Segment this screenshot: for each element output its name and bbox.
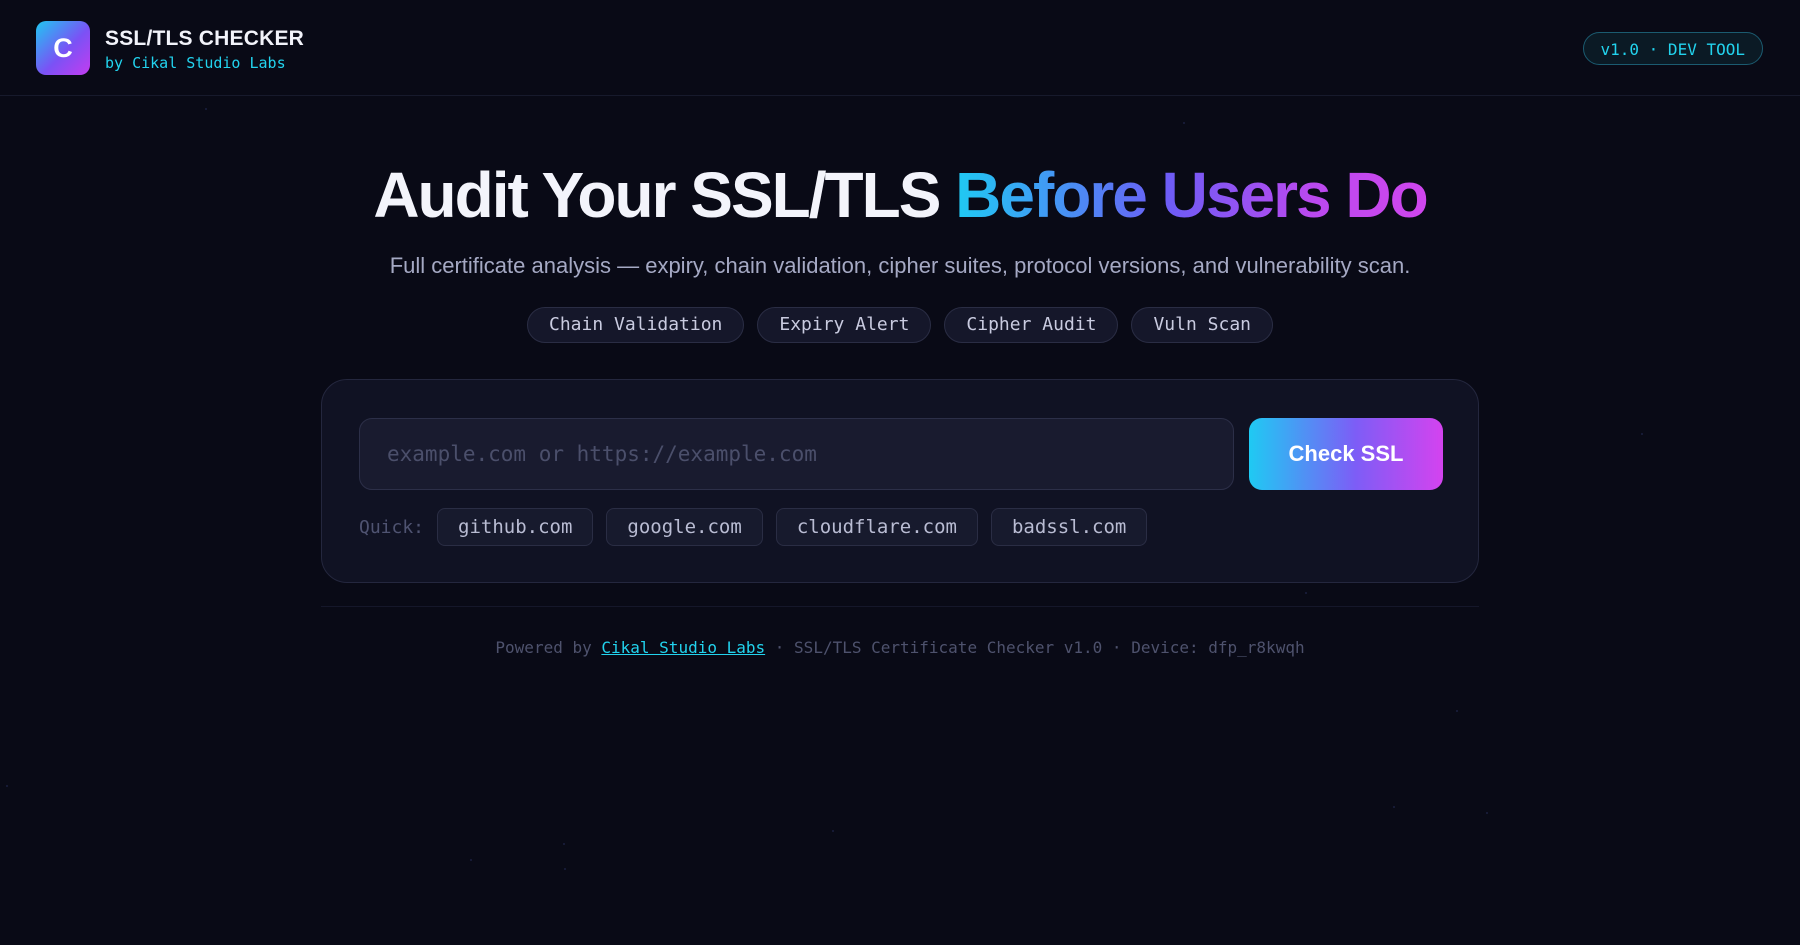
feature-tags: Chain Validation Expiry Alert Cipher Aud…	[0, 307, 1800, 343]
quick-domain-google[interactable]: google.com	[606, 508, 763, 546]
top-bar: C SSL/TLS CHECKER by Cikal Studio Labs v…	[0, 0, 1800, 96]
feature-tag-chain-validation: Chain Validation	[526, 307, 745, 343]
check-ssl-button[interactable]: Check SSL	[1249, 418, 1443, 490]
footer-divider	[321, 606, 1479, 607]
domain-input[interactable]	[359, 418, 1234, 490]
footer-suffix: · SSL/TLS Certificate Checker v1.0 · Dev…	[774, 638, 1305, 657]
footer: Powered by Cikal Studio Labs · SSL/TLS C…	[0, 638, 1800, 657]
background-dot	[564, 868, 566, 870]
feature-tag-cipher-audit: Cipher Audit	[944, 307, 1119, 343]
quick-domain-badssl[interactable]: badssl.com	[990, 508, 1148, 546]
background-dot	[1456, 710, 1458, 712]
background-dot	[1393, 806, 1395, 808]
hero-title-accent: Before Users Do	[955, 159, 1428, 231]
app-title: SSL/TLS CHECKER	[105, 27, 305, 50]
app-subtitle: by Cikal Studio Labs	[105, 54, 286, 72]
feature-tag-expiry-alert: Expiry Alert	[757, 307, 932, 343]
background-dot	[1486, 812, 1488, 814]
logo-letter: C	[53, 32, 73, 63]
background-dot	[470, 859, 472, 861]
hero-subtitle: Full certificate analysis — expiry, chai…	[389, 253, 1411, 278]
hero-title: Audit Your SSL/TLS Before Users Do	[0, 158, 1800, 232]
quick-domain-cloudflare[interactable]: cloudflare.com	[775, 508, 978, 546]
quick-domains: Quick: github.com google.com cloudflare.…	[359, 508, 1148, 546]
hero-title-plain: Audit Your SSL/TLS	[373, 159, 956, 231]
background-dot	[1183, 122, 1185, 124]
quick-label: Quick:	[359, 516, 425, 538]
background-dot	[1641, 433, 1643, 435]
feature-tag-vuln-scan: Vuln Scan	[1131, 307, 1274, 343]
background-dot	[832, 830, 834, 832]
footer-link-cikal-studio-labs[interactable]: Cikal Studio Labs	[601, 638, 765, 657]
background-dot	[6, 785, 8, 787]
background-dot	[1305, 592, 1307, 594]
version-badge: v1.0 · DEV TOOL	[1582, 32, 1763, 65]
background-dot	[205, 108, 207, 110]
footer-prefix: Powered by	[495, 638, 592, 657]
quick-domain-github[interactable]: github.com	[437, 508, 594, 546]
logo-icon[interactable]: C	[36, 21, 90, 75]
background-dot	[563, 843, 565, 845]
ssl-check-card: Check SSL Quick: github.com google.com c…	[321, 379, 1479, 583]
